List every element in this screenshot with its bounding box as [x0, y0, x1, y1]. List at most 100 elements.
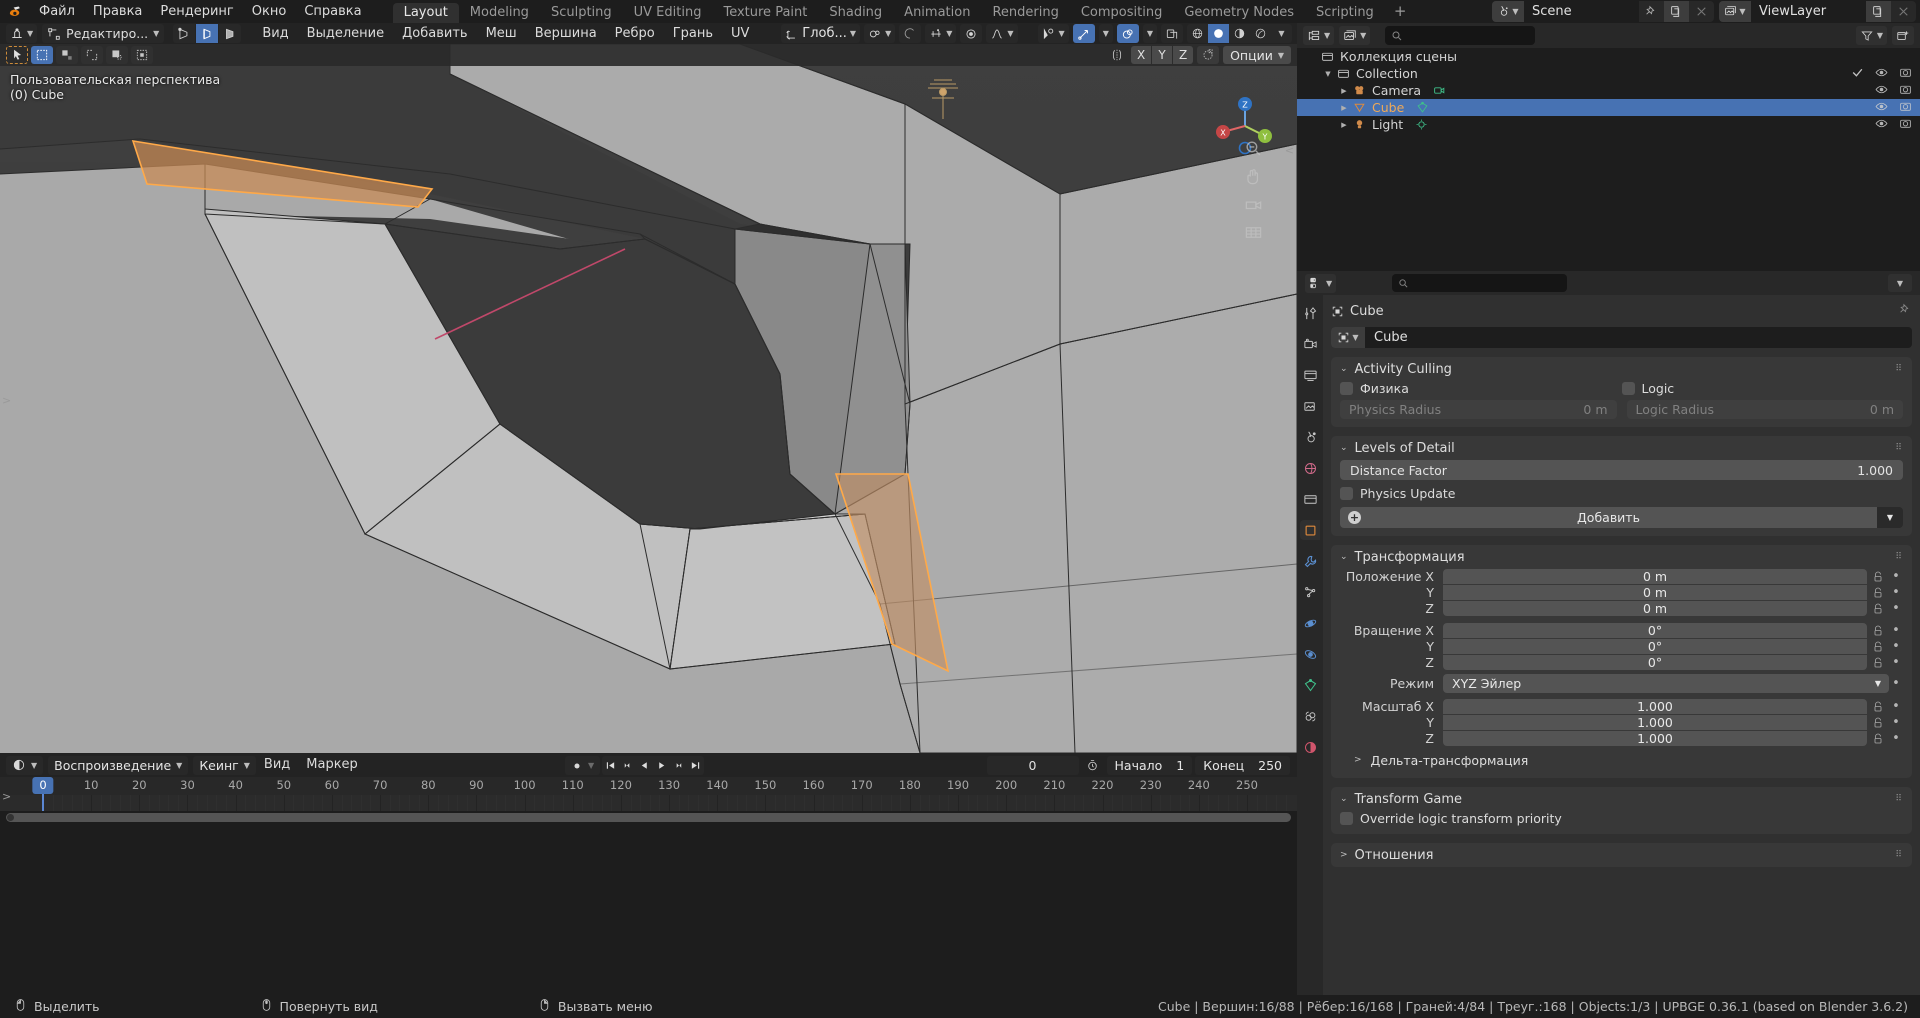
- properties-options-dropdown[interactable]: ▼: [1888, 274, 1912, 292]
- viewlayer-icon[interactable]: ▼: [1719, 1, 1751, 22]
- constraints-icon[interactable]: [1300, 644, 1320, 664]
- animate-property-dot[interactable]: •: [1889, 731, 1903, 746]
- logic-culling-checkbox[interactable]: Logic: [1622, 381, 1904, 396]
- select-lasso-icon[interactable]: [81, 46, 103, 64]
- workspace-tab-rendering[interactable]: Rendering: [981, 3, 1069, 23]
- chevron-down-icon[interactable]: ⌄: [1340, 443, 1348, 453]
- snap-target-icon[interactable]: [960, 24, 982, 43]
- jump-start-icon[interactable]: [602, 756, 619, 775]
- camera-view-icon[interactable]: [1244, 195, 1263, 214]
- mesh-data-icon[interactable]: [1414, 101, 1431, 114]
- solid-shading-icon[interactable]: [1208, 24, 1229, 43]
- mirror-axis-x-button[interactable]: X: [1131, 46, 1151, 64]
- timeline-menu-1[interactable]: Кеинг▼: [193, 756, 256, 775]
- object-name-value[interactable]: Cube: [1365, 330, 1408, 345]
- animate-property-dot[interactable]: •: [1889, 623, 1903, 638]
- material-icon[interactable]: [1300, 737, 1320, 757]
- checkbox-physics-update[interactable]: [1340, 487, 1353, 500]
- interaction-mode-dropdown[interactable]: Редактиро... ▼: [42, 24, 164, 43]
- workspace-tab-uv-editing[interactable]: UV Editing: [623, 3, 713, 23]
- checkbox-override-logic[interactable]: [1340, 812, 1353, 825]
- viewport-menu-1[interactable]: Выделение: [298, 23, 393, 44]
- viewport-menu-5[interactable]: Ребро: [606, 23, 664, 44]
- lock-icon[interactable]: [1867, 571, 1889, 583]
- topbar-menu-0[interactable]: Файл: [30, 0, 84, 23]
- select-extend-icon[interactable]: [131, 46, 153, 64]
- panel-header-relations[interactable]: > Отношения ⠿: [1331, 843, 1912, 867]
- mirror-axis-z-button[interactable]: Z: [1173, 46, 1193, 64]
- outliner-row-cube[interactable]: ▶Cube: [1297, 99, 1920, 116]
- workspace-tab-geometry-nodes[interactable]: Geometry Nodes: [1173, 3, 1305, 23]
- workspace-tab-sculpting[interactable]: Sculpting: [540, 3, 623, 23]
- viewport-menu-4[interactable]: Вершина: [526, 23, 606, 44]
- modifier-icon[interactable]: [1300, 551, 1320, 571]
- animate-property-dot[interactable]: •: [1889, 569, 1903, 584]
- pin-properties-icon[interactable]: [1899, 303, 1912, 320]
- panel-header-transform[interactable]: ⌄ Трансформация ⠿: [1331, 545, 1912, 569]
- viewport-menu-7[interactable]: UV: [722, 23, 758, 44]
- lock-icon[interactable]: [1867, 641, 1889, 653]
- timeline-menu-0[interactable]: Воспроизведение▼: [48, 756, 188, 775]
- physics-culling-checkbox[interactable]: Физика: [1340, 381, 1622, 396]
- shading-dropdown[interactable]: ▼: [1271, 24, 1292, 43]
- viewport-menu-3[interactable]: Меш: [477, 23, 526, 44]
- editor-type-button[interactable]: ▼: [6, 24, 37, 43]
- object-data-icon[interactable]: [1300, 675, 1320, 695]
- disable-in-renders-icon[interactable]: [1899, 117, 1912, 133]
- viewlayer-icon[interactable]: [1300, 396, 1320, 416]
- hide-in-viewport-icon[interactable]: [1875, 66, 1888, 82]
- panel-header-levels-of-detail[interactable]: ⌄ Levels of Detail ⠿: [1331, 436, 1912, 460]
- select-box-icon[interactable]: [31, 46, 53, 64]
- disable-in-renders-icon[interactable]: [1899, 83, 1912, 99]
- zoom-icon[interactable]: [1244, 139, 1263, 158]
- overlays-toggle-icon[interactable]: [1117, 24, 1139, 43]
- lock-icon[interactable]: [1867, 701, 1889, 713]
- new-collection-icon[interactable]: [1892, 26, 1914, 45]
- collection-props-icon[interactable]: [1300, 489, 1320, 509]
- cursor-tool-icon[interactable]: [106, 46, 128, 64]
- workspace-tab-scripting[interactable]: Scripting: [1305, 3, 1385, 23]
- topbar-menu-1[interactable]: Правка: [84, 0, 151, 23]
- viewport-menu-2[interactable]: Добавить: [393, 23, 476, 44]
- distance-factor-field[interactable]: Distance Factor 1.000: [1340, 460, 1903, 480]
- chevron-right-icon[interactable]: >: [1354, 755, 1362, 765]
- face-select-icon[interactable]: [219, 24, 241, 43]
- disclosure-triangle-icon[interactable]: ▶: [1337, 121, 1351, 129]
- transform-orientation-dropdown[interactable]: Глоб... ▼: [781, 24, 860, 43]
- light-data-icon[interactable]: [1413, 118, 1430, 131]
- workspace-tab-modeling[interactable]: Modeling: [459, 3, 540, 23]
- workspace-tab-shading[interactable]: Shading: [818, 3, 893, 23]
- hide-in-viewport-icon[interactable]: [1875, 100, 1888, 116]
- edge-select-icon[interactable]: [196, 24, 218, 43]
- viewport-right-panel-arrow[interactable]: <: [1285, 144, 1294, 157]
- checkbox-logic[interactable]: [1622, 382, 1635, 395]
- proportional-edit-icon[interactable]: [899, 24, 921, 43]
- outliner-row-light[interactable]: ▶Light: [1297, 116, 1920, 133]
- transform-row-value[interactable]: 1.000: [1443, 731, 1867, 746]
- chevron-down-icon[interactable]: ⌄: [1340, 552, 1348, 562]
- start-frame-field[interactable]: Начало 1: [1107, 756, 1193, 775]
- viewlayer-selector[interactable]: ▼ ViewLayer: [1719, 1, 1916, 22]
- render-icon[interactable]: [1300, 334, 1320, 354]
- ortho-perspective-icon[interactable]: [1244, 223, 1263, 242]
- transform-row-value[interactable]: 0 m: [1443, 569, 1867, 584]
- chevron-down-icon[interactable]: ⌄: [1340, 364, 1348, 374]
- animate-property-dot[interactable]: •: [1889, 715, 1903, 730]
- topbar-menu-2[interactable]: Рендеринг: [151, 0, 242, 23]
- transform-row-value[interactable]: 1.000: [1443, 699, 1867, 714]
- keying-set-icon[interactable]: ▼: [565, 756, 600, 775]
- options-dropdown[interactable]: Опции ▼: [1223, 46, 1291, 64]
- animate-property-dot[interactable]: •: [1889, 655, 1903, 670]
- disclosure-triangle-icon[interactable]: ▶: [1337, 87, 1351, 95]
- topology-mirror-icon[interactable]: [1197, 46, 1219, 64]
- topbar-menu-3[interactable]: Окно: [243, 0, 296, 23]
- transform-row-value[interactable]: 0°: [1443, 623, 1867, 638]
- rendered-shading-icon[interactable]: [1250, 24, 1271, 43]
- outliner-editor-type-icon[interactable]: ▼: [1303, 26, 1334, 45]
- play-reverse-icon[interactable]: [636, 756, 653, 775]
- panel-header-activity-culling[interactable]: ⌄ Activity Culling ⠿: [1331, 357, 1912, 381]
- outliner-row-коллекция-сцены[interactable]: Коллекция сцены: [1297, 48, 1920, 65]
- viewport-left-panel-arrow[interactable]: >: [2, 394, 11, 407]
- scene-icon[interactable]: [1300, 427, 1320, 447]
- lock-icon[interactable]: [1867, 603, 1889, 615]
